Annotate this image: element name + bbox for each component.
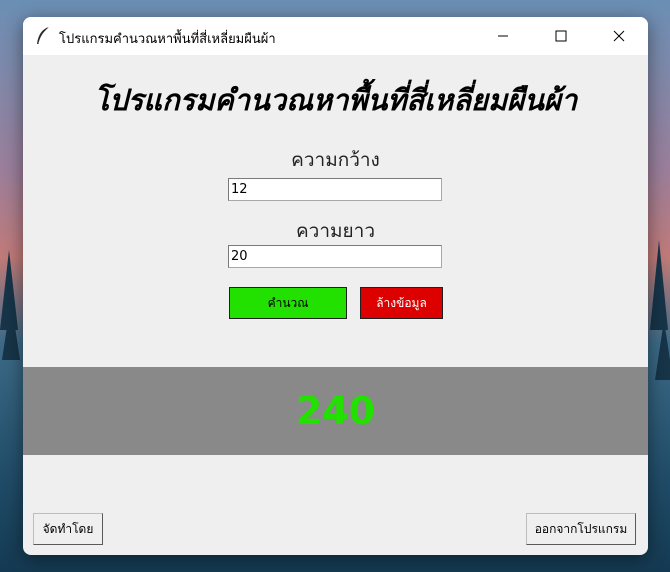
length-input[interactable] — [228, 245, 442, 268]
close-button[interactable] — [590, 17, 648, 55]
page-title: โปรแกรมคำนวณหาพื้นที่สี่เหลี่ยมผืนผ้า — [93, 83, 578, 117]
maximize-icon — [555, 30, 567, 42]
length-label: ความยาว — [295, 220, 376, 242]
window-title: โปรแกรมคำนวณหาพื้นที่สี่เหลี่ยมผืนผ้า — [59, 32, 276, 47]
background-tree — [650, 240, 668, 330]
background-tree — [655, 320, 670, 380]
close-icon — [613, 30, 625, 42]
minimize-icon — [498, 35, 508, 37]
exit-button[interactable]: ออกจากโปรแกรม — [526, 513, 636, 545]
maximize-button[interactable] — [532, 17, 590, 55]
width-label: ความกว้าง — [291, 149, 380, 171]
width-input[interactable] — [228, 178, 442, 201]
result-value: 240 — [295, 389, 376, 433]
clear-button[interactable]: ล้างข้อมูล — [360, 287, 443, 319]
minimize-button[interactable] — [474, 17, 532, 55]
feather-icon — [37, 26, 50, 44]
background-tree — [0, 250, 18, 330]
credits-button[interactable]: จัดทำโดย — [33, 513, 103, 545]
result-panel: 240 — [23, 367, 648, 455]
title-bar[interactable]: โปรแกรมคำนวณหาพื้นที่สี่เหลี่ยมผืนผ้า — [23, 17, 648, 55]
app-window: โปรแกรมคำนวณหาพื้นที่สี่เหลี่ยมผืนผ้า โป… — [23, 17, 648, 555]
calculate-button[interactable]: คำนวณ — [229, 287, 347, 319]
